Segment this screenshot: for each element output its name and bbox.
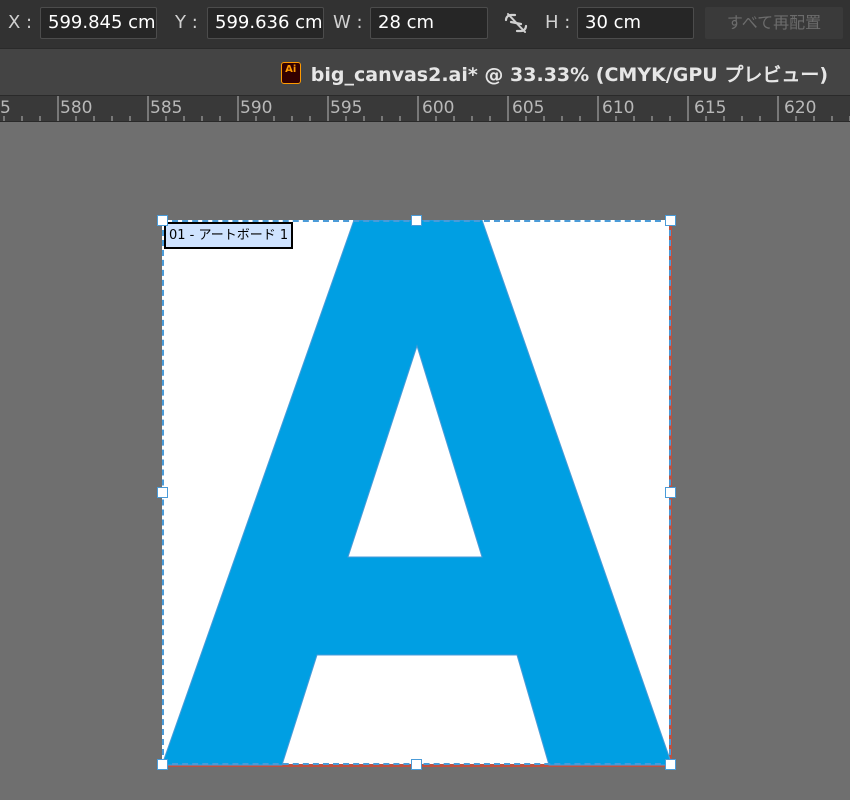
ruler-label: 605 — [512, 98, 545, 118]
resize-handle-top-right[interactable] — [665, 215, 676, 226]
resize-handle-middle-right[interactable] — [665, 487, 676, 498]
h-label: H : — [545, 12, 571, 33]
ruler-label: 595 — [330, 98, 363, 118]
resize-handle-bottom-left[interactable] — [157, 759, 168, 770]
resize-handle-top-center[interactable] — [411, 215, 422, 226]
canvas-area[interactable]: 01 - アートボード 1 — [0, 123, 850, 800]
control-bar: X : 599.845 cm Y : 599.636 cm W : 28 cm … — [0, 0, 850, 48]
y-position-field[interactable]: 599.636 cm — [207, 7, 324, 39]
ruler-label: 620 — [784, 98, 817, 118]
resize-handle-bottom-center[interactable] — [411, 759, 422, 770]
ruler-label: 5 — [0, 98, 11, 118]
selection-bounding-box — [162, 220, 671, 765]
document-tab[interactable]: Ai big_canvas2.ai* @ 33.33% (CMYK/GPU プレ… — [280, 60, 828, 86]
horizontal-ruler[interactable]: 5 580 585 590 595 600 605 610 615 620 — [0, 96, 850, 122]
resize-handle-bottom-right[interactable] — [665, 759, 676, 770]
ruler-label: 590 — [240, 98, 273, 118]
ruler-label: 580 — [60, 98, 93, 118]
y-label: Y : — [175, 12, 198, 33]
unlink-icon[interactable] — [502, 11, 530, 35]
ruler-label: 615 — [694, 98, 727, 118]
rearrange-all-button[interactable]: すべて再配置 — [705, 7, 843, 39]
document-title: big_canvas2.ai* @ 33.33% (CMYK/GPU プレビュー… — [310, 63, 828, 86]
width-field[interactable]: 28 cm — [370, 7, 488, 39]
x-label: X : — [8, 12, 33, 33]
document-tab-bar: Ai big_canvas2.ai* @ 33.33% (CMYK/GPU プレ… — [0, 48, 850, 96]
x-position-field[interactable]: 599.845 cm — [40, 7, 157, 39]
w-label: W : — [333, 12, 363, 33]
ruler-label: 585 — [150, 98, 183, 118]
ruler-label: 600 — [422, 98, 455, 118]
resize-handle-middle-left[interactable] — [157, 487, 168, 498]
ruler-label: 610 — [602, 98, 635, 118]
height-field[interactable]: 30 cm — [577, 7, 694, 39]
resize-handle-top-left[interactable] — [157, 215, 168, 226]
illustrator-file-icon: Ai — [280, 62, 301, 84]
